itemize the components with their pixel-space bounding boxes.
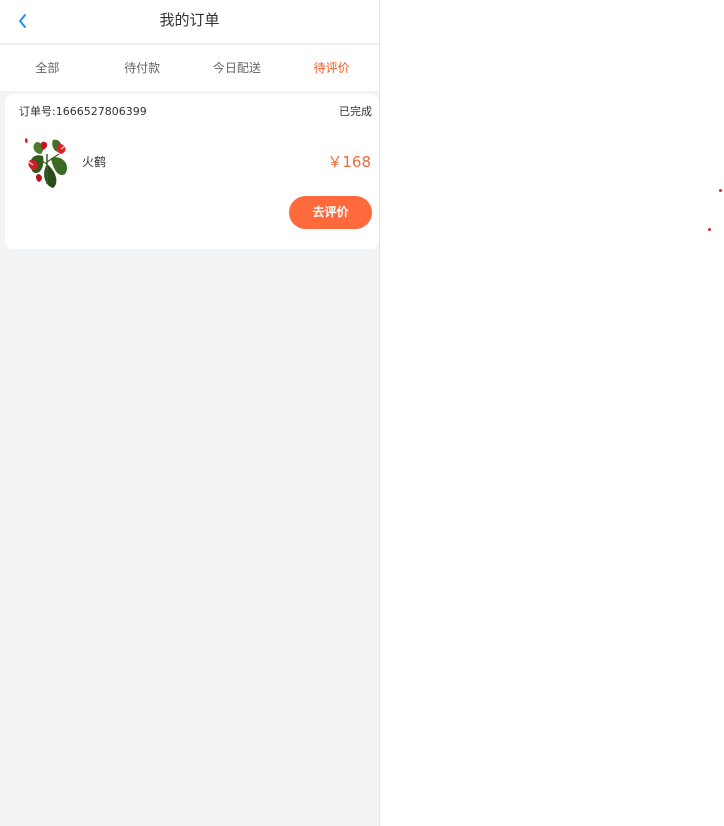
red-dot-marker: [719, 189, 722, 192]
red-dot-marker: [708, 228, 711, 231]
order-tabs: 全部 待付款 今日配送 待评价: [0, 45, 379, 91]
order-number: 订单号:1666527806399: [19, 105, 147, 118]
product-name: 火鹤: [82, 155, 107, 169]
order-status: 已完成: [339, 105, 372, 118]
anthurium-plant-image: [24, 138, 68, 188]
product-price: ￥168: [327, 153, 371, 171]
phone-screen: 我的订单 全部 待付款 今日配送 待评价 订单号:1666527806399 已…: [0, 0, 380, 826]
page-title: 我的订单: [159, 11, 220, 29]
tab-today-delivery[interactable]: 今日配送: [190, 45, 285, 91]
tab-pending-payment[interactable]: 待付款: [95, 45, 190, 91]
go-review-button[interactable]: 去评价: [289, 196, 372, 229]
tab-all[interactable]: 全部: [0, 45, 95, 91]
nav-bar: 我的订单: [0, 0, 379, 44]
tab-pending-review[interactable]: 待评价: [284, 45, 379, 91]
order-card[interactable]: 订单号:1666527806399 已完成 火鹤 ￥168 去评价: [5, 94, 379, 249]
